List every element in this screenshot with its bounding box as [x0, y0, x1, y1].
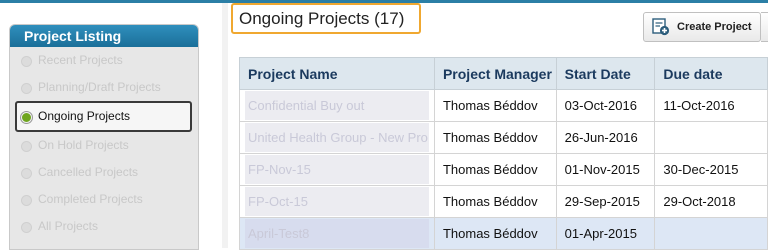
project-name-cell[interactable]: April-Test8: [239, 217, 435, 250]
sidebar-item-label: Ongoing Projects: [38, 109, 131, 123]
radio-icon: [21, 141, 32, 152]
project-name-cell[interactable]: Confidential Buy out: [239, 89, 435, 122]
start-date-cell: 01-Apr-2015: [555, 217, 656, 250]
project-name-link[interactable]: Confidential Buy out: [245, 91, 429, 120]
sidebar-item-label: Planning/Draft Projects: [38, 80, 161, 94]
due-date-cell: [654, 217, 768, 250]
table-row[interactable]: United Health Group - New Pro Thomas Béd…: [239, 121, 768, 154]
project-name-link[interactable]: FP-Nov-15: [245, 155, 429, 184]
column-divider: [222, 3, 228, 248]
table-row[interactable]: Confidential Buy out Thomas Béddov 03-Oc…: [239, 89, 768, 122]
manager-cell: Thomas Béddov: [433, 89, 557, 122]
radio-icon: [21, 56, 32, 67]
table-row-selected[interactable]: April-Test8 Thomas Béddov 01-Apr-2015: [239, 217, 768, 250]
toolbar-next-button-edge[interactable]: [761, 12, 768, 42]
column-header-project-name[interactable]: Project Name: [239, 57, 435, 90]
create-project-button[interactable]: Create Project: [643, 12, 761, 42]
column-header-project-manager[interactable]: Project Manager: [433, 57, 557, 90]
sidebar-item-label: Recent Projects: [38, 53, 123, 67]
manager-cell: Thomas Béddov: [433, 153, 557, 186]
sidebar-item-label: Cancelled Projects: [38, 165, 139, 179]
sidebar-item-planning[interactable]: Planning/Draft Projects: [10, 74, 198, 101]
project-name-cell[interactable]: FP-Nov-15: [239, 153, 435, 186]
projects-table: Project Name Project Manager Start Date …: [239, 57, 768, 250]
sidebar-item-label: Completed Projects: [38, 192, 143, 206]
start-date-cell: 03-Oct-2016: [555, 89, 656, 122]
sidebar-item-label: All Projects: [38, 219, 99, 233]
sidebar-item-all[interactable]: All Projects: [10, 213, 198, 240]
table-row[interactable]: FP-Oct-15 Thomas Béddov 29-Sep-2015 29-O…: [239, 185, 768, 218]
radio-selected-icon: [21, 112, 32, 123]
column-header-due-date[interactable]: Due date: [654, 57, 768, 90]
manager-cell: Thomas Béddov: [433, 217, 557, 250]
table-header-row: Project Name Project Manager Start Date …: [239, 57, 768, 90]
sidebar-item-ongoing[interactable]: Ongoing Projects: [15, 101, 192, 132]
due-date-cell: 29-Oct-2018: [654, 185, 768, 218]
radio-icon: [21, 195, 32, 206]
due-date-cell: 11-Oct-2016: [654, 89, 768, 122]
panel-title: Project Listing: [10, 25, 198, 47]
start-date-cell: 01-Nov-2015: [555, 153, 656, 186]
column-header-start-date[interactable]: Start Date: [555, 57, 656, 90]
sidebar-item-label: On Hold Projects: [38, 138, 129, 152]
sidebar-item-cancelled[interactable]: Cancelled Projects: [10, 159, 198, 186]
due-date-cell: [654, 121, 768, 154]
page-title: Ongoing Projects (17): [231, 3, 421, 34]
create-project-icon: [652, 18, 670, 36]
table-row[interactable]: FP-Nov-15 Thomas Béddov 01-Nov-2015 30-D…: [239, 153, 768, 186]
create-project-label: Create Project: [677, 21, 752, 33]
manager-cell: Thomas Béddov: [433, 185, 557, 218]
start-date-cell: 29-Sep-2015: [555, 185, 656, 218]
due-date-cell: 30-Dec-2015: [654, 153, 768, 186]
radio-icon: [21, 222, 32, 233]
project-name-link[interactable]: FP-Oct-15: [245, 187, 429, 216]
project-listing-panel: Project Listing Recent Projects Planning…: [9, 24, 199, 250]
radio-icon: [21, 168, 32, 179]
project-name-link[interactable]: April-Test8: [245, 219, 429, 248]
project-name-cell[interactable]: FP-Oct-15: [239, 185, 435, 218]
sidebar-item-recent[interactable]: Recent Projects: [10, 47, 198, 74]
radio-icon: [21, 83, 32, 94]
start-date-cell: 26-Jun-2016: [555, 121, 656, 154]
project-name-link[interactable]: United Health Group - New Pro: [245, 123, 429, 152]
manager-cell: Thomas Béddov: [433, 121, 557, 154]
sidebar-item-on-hold[interactable]: On Hold Projects: [10, 132, 198, 159]
project-name-cell[interactable]: United Health Group - New Pro: [239, 121, 435, 154]
sidebar-item-completed[interactable]: Completed Projects: [10, 186, 198, 213]
